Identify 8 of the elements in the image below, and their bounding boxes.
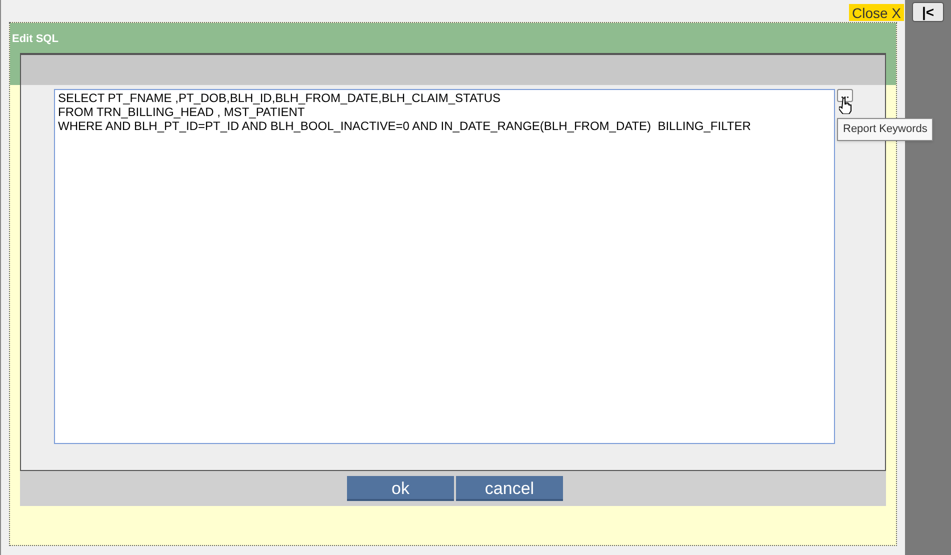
dialog-button[interactable]: ok	[347, 476, 454, 501]
collapse-button[interactable]: |<	[912, 2, 944, 22]
close-button[interactable]: Close X	[848, 4, 904, 21]
dialog-title: Edit SQL	[12, 32, 60, 46]
dialog-button[interactable]: cancel	[456, 476, 563, 501]
hand-cursor-icon	[839, 97, 852, 114]
sql-editor[interactable]: SELECT PT_FNAME ,PT_DOB,BLH_ID,BLH_FROM_DATE,BLH_CLAIM_STATUS FROM TRN_BILLING_HEAD , MST_PATIENT WHERE AND BLH_PT_ID=PT_ID AND BLH_BOOL_INACTIVE=0 AND IN_DATE_RANGE(BLH_FROM_DATE) BILLING_FILTER	[54, 89, 835, 444]
tooltip: Report Keywords	[837, 118, 934, 140]
